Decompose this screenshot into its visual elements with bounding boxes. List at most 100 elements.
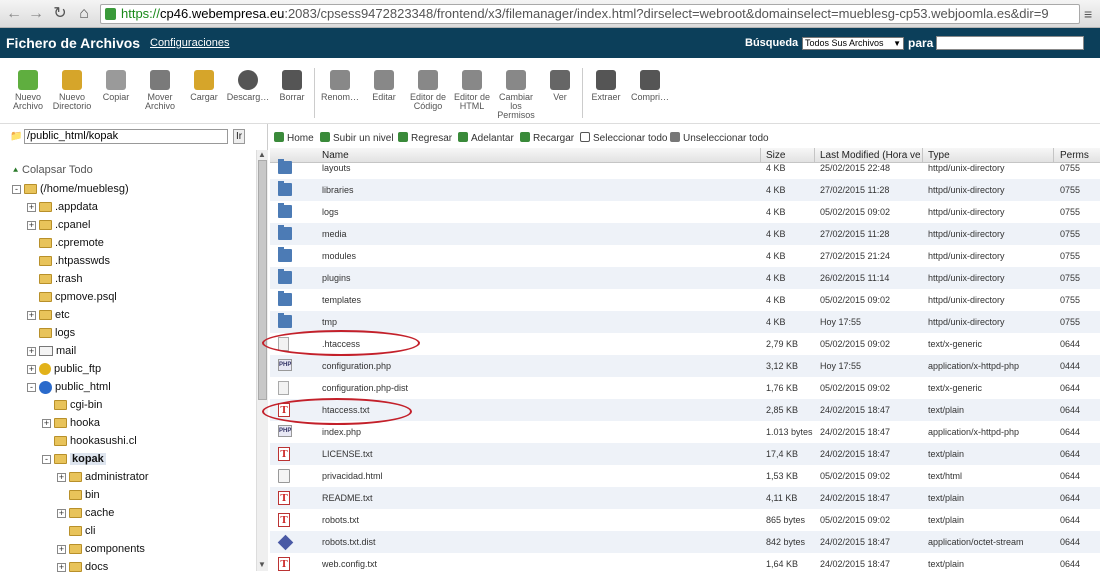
expand-toggle-icon[interactable]: + — [27, 220, 36, 230]
action-up-level[interactable]: Subir un nivel — [320, 132, 394, 144]
expand-toggle-icon[interactable]: + — [27, 310, 36, 320]
tree-node[interactable]: hookasushi.cl — [42, 433, 137, 449]
file-row[interactable]: media 4 KB 27/02/2015 11:28 httpd/unix-dire… — [270, 223, 1100, 245]
collapse-toggle-icon[interactable]: - — [12, 184, 21, 194]
tree-node[interactable]: + mail — [27, 343, 76, 359]
home-icon[interactable]: ⌂ — [74, 4, 94, 24]
toolbar-button-copy[interactable]: Copiar — [94, 66, 138, 102]
expand-toggle-icon[interactable]: + — [42, 418, 51, 428]
tree-node[interactable]: - kopak — [42, 451, 106, 467]
tree-node[interactable]: + public_ftp — [27, 361, 101, 377]
reload-icon[interactable]: ↻ — [50, 4, 70, 24]
go-button[interactable]: Ir — [233, 129, 245, 144]
tree-node[interactable]: - public_html — [27, 379, 111, 395]
toolbar-button-view[interactable]: Ver — [538, 66, 582, 102]
file-row[interactable]: tmp 4 KB Hoy 17:55 httpd/unix-directory 0755 — [270, 311, 1100, 333]
toolbar-button-extract[interactable]: Extraer — [584, 66, 628, 102]
file-row[interactable]: robots.txt.dist 842 bytes 24/02/2015 18:47… — [270, 531, 1100, 553]
tree-node[interactable]: cpmove.psql — [27, 289, 117, 305]
collapse-toggle-icon[interactable]: - — [42, 454, 51, 464]
scroll-up-icon[interactable]: ▲ — [258, 150, 266, 159]
tree-node[interactable]: + .appdata — [27, 199, 98, 215]
settings-link[interactable]: Configuraciones — [150, 37, 230, 49]
globe-icon — [39, 380, 52, 394]
tree-node[interactable]: .cpremote — [27, 235, 104, 251]
tree-node[interactable]: logs — [27, 325, 75, 341]
annotation-circle — [262, 330, 420, 356]
action-unselect-all[interactable]: Unseleccionar todo — [670, 132, 769, 144]
file-row[interactable]: privacidad.html 1,53 KB 05/02/2015 09:02 te… — [270, 465, 1100, 487]
expand-toggle-icon[interactable]: + — [57, 562, 66, 572]
expand-toggle-icon[interactable]: + — [27, 346, 36, 356]
browser-menu-icon[interactable]: ≡ — [1084, 5, 1098, 23]
collapse-toggle-icon[interactable]: - — [27, 382, 36, 392]
expand-toggle-icon[interactable]: + — [57, 508, 66, 518]
toolbar-button-delete[interactable]: Borrar — [270, 66, 314, 102]
tree-node[interactable]: - (/home/mueblesg) — [12, 181, 129, 197]
file-row[interactable]: logs 4 KB 05/02/2015 09:02 httpd/unix-direc… — [270, 201, 1100, 223]
tree-node[interactable]: + components — [57, 541, 145, 557]
back-icon[interactable]: ← — [4, 4, 24, 24]
toolbar-button-download[interactable]: Descarg… — [226, 66, 270, 102]
toolbar-button-new-folder[interactable]: Nuevo Directorio — [50, 66, 94, 111]
file-row[interactable]: plugins 4 KB 26/02/2015 11:14 httpd/unix-di… — [270, 267, 1100, 289]
action-back[interactable]: Regresar — [398, 132, 452, 144]
toolbar-label: Compri… — [630, 92, 669, 102]
file-perms: 0755 — [1060, 185, 1081, 195]
search-scope-select[interactable]: Todos Sus Archivos ▼ — [802, 37, 904, 50]
file-row[interactable]: PHP index.php 1.013 bytes 24/02/2015 18:47 a… — [270, 421, 1100, 443]
search-input[interactable] — [936, 36, 1084, 50]
expand-toggle-icon[interactable]: + — [57, 544, 66, 554]
toolbar-button-new-file[interactable]: Nuevo Archivo — [6, 66, 50, 111]
file-row[interactable]: Trobots.txt 865 bytes 05/02/2015 09:02 text… — [270, 509, 1100, 531]
tree-node[interactable]: bin — [57, 487, 100, 503]
file-name: robots.txt.dist — [322, 537, 376, 547]
action-select-all[interactable]: Seleccionar todo — [580, 132, 668, 144]
path-input[interactable]: /public_html/kopak — [24, 129, 228, 144]
toolbar-button-compress[interactable]: Compri… — [628, 66, 672, 102]
file-row[interactable]: T README.txt 4,11 KB 24/02/2015 18:47 text/p… — [270, 487, 1100, 509]
forward-icon[interactable]: → — [26, 4, 46, 24]
action-home[interactable]: Home — [274, 132, 314, 144]
tree-node[interactable]: + .cpanel — [27, 217, 90, 233]
collapse-all-link[interactable]: ⯅ Colapsar Todo — [12, 164, 93, 176]
file-row[interactable]: templates 4 KB 05/02/2015 09:02 httpd/unix-… — [270, 289, 1100, 311]
tree-node[interactable]: cgi-bin — [42, 397, 102, 413]
toolbar-button-code-editor[interactable]: Editor de Código — [406, 66, 450, 111]
expand-toggle-icon[interactable]: + — [27, 364, 36, 374]
expand-toggle-icon[interactable]: + — [57, 472, 66, 482]
tree-node[interactable]: + administrator — [57, 469, 149, 485]
address-bar[interactable]: https://cp46.webempresa.eu:2083/cpsess94… — [100, 4, 1080, 24]
tree-node[interactable]: cli — [57, 523, 95, 539]
tree-node[interactable]: + cache — [57, 505, 114, 521]
file-row[interactable]: layouts 4 KB 25/02/2015 22:48 httpd/unix-di… — [270, 157, 1100, 179]
toolbar-button-rename[interactable]: Renom… — [318, 66, 362, 102]
action-reload[interactable]: Recargar — [520, 132, 574, 144]
file-row[interactable]: Tweb.config.txt 1,64 KB 24/02/2015 18:47 te… — [270, 553, 1100, 571]
tree-scrollbar[interactable]: ▲ ▼ — [256, 150, 268, 571]
toolbar-button-upload[interactable]: Cargar — [182, 66, 226, 102]
tree-node[interactable]: + etc — [27, 307, 70, 323]
tree-node[interactable]: .htpasswds — [27, 253, 110, 269]
file-modified: 05/02/2015 09:02 — [820, 471, 891, 481]
expand-toggle-icon[interactable]: + — [27, 202, 36, 212]
toolbar-button-permissions[interactable]: Cambiar los Permisos — [494, 66, 538, 120]
toolbar-button-move[interactable]: Mover Archivo — [138, 66, 182, 111]
file-row[interactable]: libraries 4 KB 27/02/2015 11:28 httpd/unix-… — [270, 179, 1100, 201]
toolbar-button-edit[interactable]: Editar — [362, 66, 406, 102]
tree-node[interactable]: .trash — [27, 271, 83, 287]
file-row[interactable]: PHP configuration.php 3,12 KB Hoy 17:55 appl… — [270, 355, 1100, 377]
file-name: README.txt — [322, 493, 373, 503]
file-row[interactable]: T LICENSE.txt 17,4 KB 24/02/2015 18:47 text/… — [270, 443, 1100, 465]
file-row[interactable]: modules 4 KB 27/02/2015 21:24 httpd/unix-di… — [270, 245, 1100, 267]
file-perms: 0644 — [1060, 559, 1081, 569]
action-forward[interactable]: Adelantar — [458, 132, 514, 144]
scroll-down-icon[interactable]: ▼ — [258, 560, 266, 569]
tree-node[interactable]: + docs — [57, 559, 108, 575]
action-label: Seleccionar todo — [593, 133, 668, 144]
tree-node[interactable]: + hooka — [42, 415, 100, 431]
file-modified: 24/02/2015 18:47 — [820, 449, 891, 459]
file-row[interactable]: configuration.php-dist 1,76 KB 05/02/2015 … — [270, 377, 1100, 399]
scrollbar-thumb[interactable] — [258, 160, 267, 400]
toolbar-button-html-editor[interactable]: Editor de HTML — [450, 66, 494, 111]
